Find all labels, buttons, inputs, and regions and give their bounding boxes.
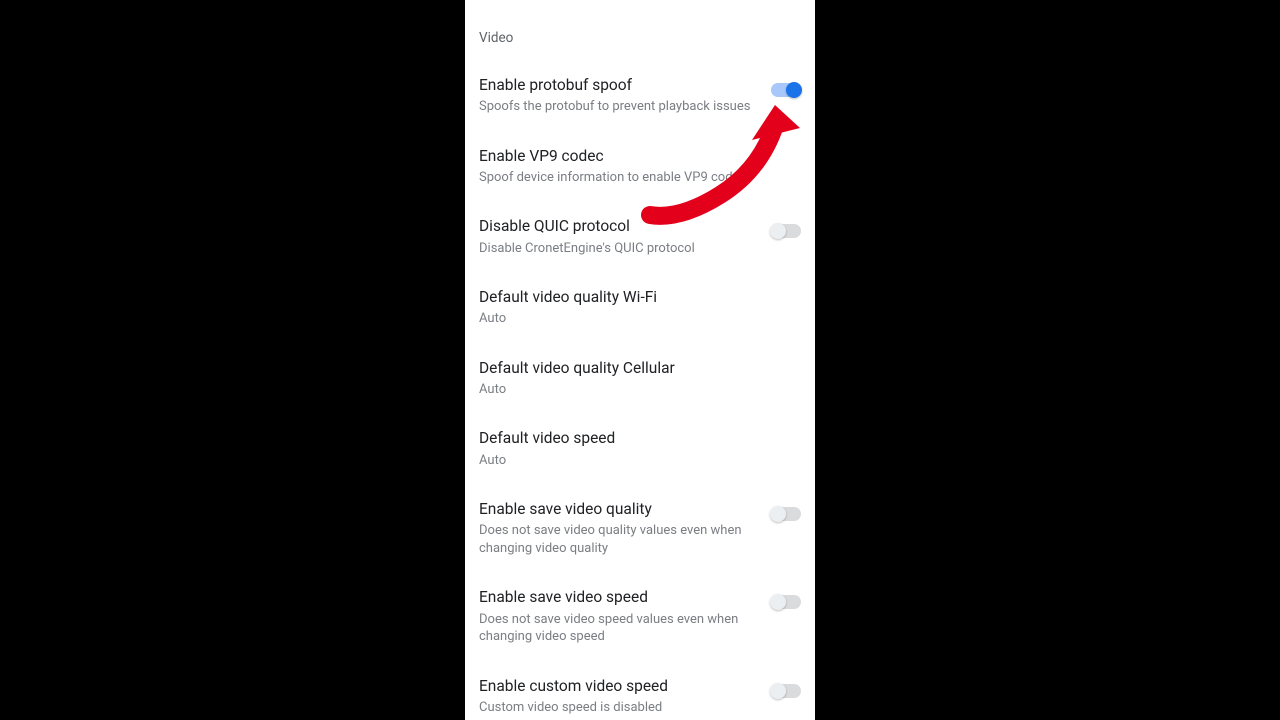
settings-panel: Video Enable protobuf spoof Spoofs the pr…: [465, 0, 815, 720]
settings-item-title: Enable custom video speed: [479, 676, 759, 696]
settings-item-title: Default video quality Cellular: [479, 358, 789, 378]
toggle-switch[interactable]: [771, 684, 801, 698]
settings-item-title: Enable save video quality: [479, 499, 759, 519]
settings-list: Enable protobuf spoof Spoofs the protobuf…: [465, 60, 815, 720]
settings-item-text: Disable QUIC protocol Disable CronetEngin…: [479, 216, 771, 257]
toggle-thumb: [770, 683, 786, 699]
settings-item[interactable]: Disable QUIC protocol Disable CronetEngin…: [465, 201, 815, 272]
toggle-switch[interactable]: [771, 224, 801, 238]
settings-item-text: Default video quality Cellular Auto: [479, 358, 801, 399]
settings-item-text: Default video quality Wi-Fi Auto: [479, 287, 801, 328]
settings-item[interactable]: Enable protobuf spoof Spoofs the protobuf…: [465, 60, 815, 131]
settings-item-title: Enable VP9 codec: [479, 146, 759, 166]
settings-item-text: Enable save video speed Does not save vid…: [479, 587, 771, 645]
settings-item-subtitle: Disable CronetEngine's QUIC protocol: [479, 240, 759, 258]
section-header-video: Video: [465, 0, 815, 60]
toggle-thumb: [770, 506, 786, 522]
settings-item-title: Default video quality Wi-Fi: [479, 287, 789, 307]
settings-item-title: Enable save video speed: [479, 587, 759, 607]
toggle-switch[interactable]: [771, 507, 801, 521]
toggle-thumb: [786, 82, 802, 98]
settings-item[interactable]: Enable save video quality Does not save v…: [465, 484, 815, 572]
settings-item-subtitle: Does not save video speed values even wh…: [479, 611, 759, 646]
settings-item-subtitle: Auto: [479, 452, 789, 470]
settings-item[interactable]: Enable custom video speed Custom video sp…: [465, 661, 815, 720]
settings-item[interactable]: Default video quality Wi-Fi Auto: [465, 272, 815, 343]
settings-item-text: Enable VP9 codec Spoof device information…: [479, 146, 771, 187]
toggle-switch[interactable]: [771, 83, 801, 97]
settings-item[interactable]: Default video quality Cellular Auto: [465, 343, 815, 414]
settings-item-subtitle: Spoofs the protobuf to prevent playback …: [479, 98, 759, 116]
settings-item-subtitle: Auto: [479, 381, 789, 399]
settings-item-text: Enable protobuf spoof Spoofs the protobuf…: [479, 75, 771, 116]
settings-item-title: Disable QUIC protocol: [479, 216, 759, 236]
settings-item[interactable]: Enable VP9 codec Spoof device information…: [465, 131, 815, 202]
settings-item-subtitle: Custom video speed is disabled: [479, 699, 759, 717]
settings-item[interactable]: Enable save video speed Does not save vid…: [465, 572, 815, 660]
toggle-switch[interactable]: [771, 595, 801, 609]
settings-item-subtitle: Auto: [479, 310, 789, 328]
settings-item-text: Enable custom video speed Custom video sp…: [479, 676, 771, 717]
settings-item-text: Enable save video quality Does not save v…: [479, 499, 771, 557]
settings-item-subtitle: Spoof device information to enable VP9 c…: [479, 169, 759, 187]
settings-item-subtitle: Does not save video quality values even …: [479, 522, 759, 557]
settings-item[interactable]: Default video speed Auto: [465, 413, 815, 484]
settings-item-title: Enable protobuf spoof: [479, 75, 759, 95]
settings-item-title: Default video speed: [479, 428, 789, 448]
settings-item-text: Default video speed Auto: [479, 428, 801, 469]
